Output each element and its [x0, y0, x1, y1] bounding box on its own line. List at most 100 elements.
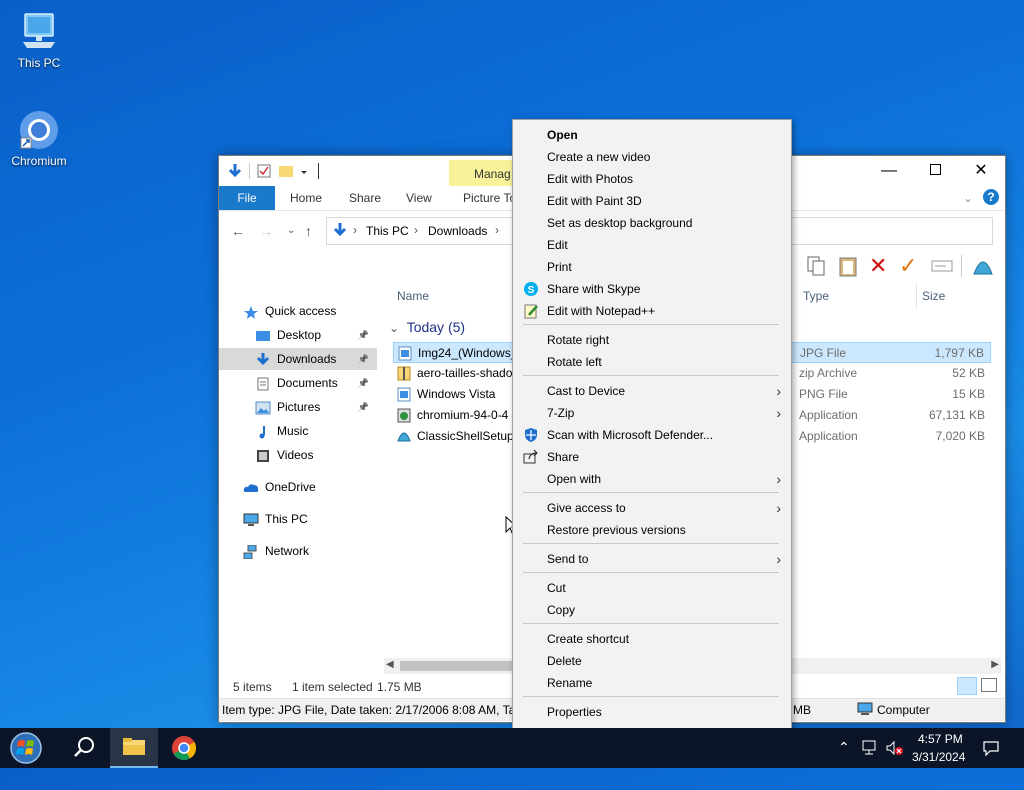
taskbar-chrome[interactable]: [160, 728, 208, 768]
volume-muted-icon[interactable]: [885, 740, 905, 780]
menu-item-open-with[interactable]: Open with ›: [513, 468, 791, 490]
scroll-left-icon[interactable]: ◀: [386, 659, 394, 670]
sidebar-item-network[interactable]: Network: [243, 540, 377, 562]
menu-item-label: Properties: [547, 705, 602, 719]
close-button[interactable]: ✕: [958, 156, 1004, 186]
details-view-button[interactable]: [957, 677, 977, 695]
desktop-icon-this-pc[interactable]: This PC: [1, 10, 77, 70]
forward-button[interactable]: →: [259, 223, 273, 239]
menu-item-scan-with-microsoft-defender[interactable]: Scan with Microsoft Defender...: [513, 424, 791, 446]
sidebar-item-videos[interactable]: Videos: [255, 444, 377, 466]
menu-item-edit-with-photos[interactable]: Edit with Photos: [513, 168, 791, 190]
pin-icon[interactable]: 📌: [358, 372, 369, 394]
sidebar-item-downloads[interactable]: Downloads 📌: [219, 348, 377, 370]
large-icons-view-button[interactable]: [981, 678, 997, 692]
search-button[interactable]: [60, 728, 108, 768]
delete-icon[interactable]: ✕: [869, 255, 887, 277]
menu-item-share-with-skype[interactable]: S Share with Skype: [513, 278, 791, 300]
menu-item-7-zip[interactable]: 7-Zip ›: [513, 402, 791, 424]
sidebar-item-onedrive[interactable]: OneDrive: [243, 476, 377, 498]
menu-item-restore-previous-versions[interactable]: Restore previous versions: [513, 519, 791, 541]
menu-item-give-access-to[interactable]: Give access to ›: [513, 497, 791, 519]
breadcrumb-this-pc[interactable]: This PC: [366, 224, 409, 238]
chevron-down-icon[interactable]: ⌄: [963, 186, 973, 210]
selection-count: 1 item selected: [292, 680, 373, 694]
sidebar-item-this-pc[interactable]: This PC: [243, 508, 377, 530]
pin-icon[interactable]: 📌: [358, 348, 369, 370]
tab-picture-tools[interactable]: Picture To: [463, 186, 516, 210]
help-icon[interactable]: ?: [983, 189, 999, 205]
tab-share[interactable]: Share: [349, 186, 381, 210]
pin-icon[interactable]: 📌: [358, 324, 369, 346]
sidebar-item-desktop[interactable]: Desktop 📌: [255, 324, 377, 346]
scroll-right-icon[interactable]: ▶: [991, 659, 999, 670]
file-type: JPG File: [800, 346, 847, 360]
recent-dropdown-icon[interactable]: ⌄: [287, 225, 295, 236]
zip-file-icon: [397, 366, 411, 381]
menu-item-label: Open: [547, 128, 578, 142]
show-hidden-icons[interactable]: ⌃: [838, 739, 850, 779]
menu-item-set-as-desktop-background[interactable]: Set as desktop background: [513, 212, 791, 234]
group-header[interactable]: ⌄ Today (5): [389, 319, 465, 335]
menu-item-edit-with-notepad[interactable]: Edit with Notepad++: [513, 300, 791, 322]
pin-icon[interactable]: 📌: [358, 396, 369, 418]
pictures-icon: [255, 400, 271, 415]
menu-item-label: Give access to: [547, 501, 626, 515]
action-center-icon[interactable]: [982, 740, 1000, 780]
taskbar-file-explorer[interactable]: [110, 728, 158, 768]
checkmark-icon[interactable]: ✓: [899, 255, 917, 277]
sidebar-item-pictures[interactable]: Pictures 📌: [255, 396, 377, 418]
menu-item-send-to[interactable]: Send to ›: [513, 548, 791, 570]
menu-item-properties[interactable]: Properties: [513, 701, 791, 723]
rename-icon[interactable]: [931, 258, 953, 277]
divider: [318, 163, 319, 179]
minimize-button[interactable]: —: [866, 156, 912, 186]
network-icon: [243, 544, 259, 560]
desktop-icon-chromium[interactable]: Chromium: [1, 108, 77, 168]
menu-item-edit[interactable]: Edit: [513, 234, 791, 256]
paste-icon[interactable]: [837, 255, 859, 280]
sidebar-item-quick-access[interactable]: Quick access: [243, 300, 377, 322]
copy-icon[interactable]: [805, 255, 827, 280]
sidebar-item-label: OneDrive: [265, 480, 316, 494]
menu-item-open[interactable]: Open: [513, 124, 791, 146]
menu-item-rotate-left[interactable]: Rotate left: [513, 351, 791, 373]
sidebar-item-music[interactable]: Music: [255, 420, 377, 442]
column-header-name[interactable]: Name: [397, 289, 429, 303]
tab-view[interactable]: View: [406, 186, 432, 210]
menu-item-delete[interactable]: Delete: [513, 650, 791, 672]
tab-home[interactable]: Home: [290, 186, 322, 210]
new-folder-icon[interactable]: [278, 163, 294, 179]
up-button[interactable]: ↑: [305, 223, 312, 239]
menu-item-cast-to-device[interactable]: Cast to Device ›: [513, 380, 791, 402]
menu-item-create-shortcut[interactable]: Create shortcut: [513, 628, 791, 650]
divider: [961, 255, 962, 277]
network-icon[interactable]: [862, 740, 880, 780]
tab-file[interactable]: File: [219, 186, 275, 210]
start-button[interactable]: [6, 728, 54, 768]
menu-separator: [523, 324, 779, 325]
chevron-down-icon[interactable]: [300, 163, 308, 179]
menu-item-rename[interactable]: Rename: [513, 672, 791, 694]
menu-item-print[interactable]: Print: [513, 256, 791, 278]
maximize-button[interactable]: [912, 156, 958, 186]
sidebar-item-label: Documents: [277, 376, 338, 390]
menu-item-cut[interactable]: Cut: [513, 577, 791, 599]
classic-shell-icon[interactable]: [971, 254, 995, 281]
menu-item-edit-with-paint-3d[interactable]: Edit with Paint 3D: [513, 190, 791, 212]
column-header-size[interactable]: Size: [922, 289, 945, 303]
back-button[interactable]: ←: [231, 223, 245, 239]
down-arrow-icon[interactable]: [227, 163, 243, 179]
menu-item-create-a-new-video[interactable]: Create a new video: [513, 146, 791, 168]
menu-item-share[interactable]: Share: [513, 446, 791, 468]
clock-date[interactable]: 3/31/2024: [912, 750, 965, 790]
properties-icon[interactable]: [256, 163, 272, 179]
menu-item-copy[interactable]: Copy: [513, 599, 791, 621]
menu-item-label: Scan with Microsoft Defender...: [547, 428, 714, 442]
selection-size: 1.75 MB: [377, 680, 422, 694]
details-size: MB: [793, 703, 811, 717]
sidebar-item-documents[interactable]: Documents 📌: [255, 372, 377, 394]
column-header-type[interactable]: Type: [803, 289, 829, 303]
breadcrumb-downloads[interactable]: Downloads: [428, 224, 487, 238]
menu-item-rotate-right[interactable]: Rotate right: [513, 329, 791, 351]
